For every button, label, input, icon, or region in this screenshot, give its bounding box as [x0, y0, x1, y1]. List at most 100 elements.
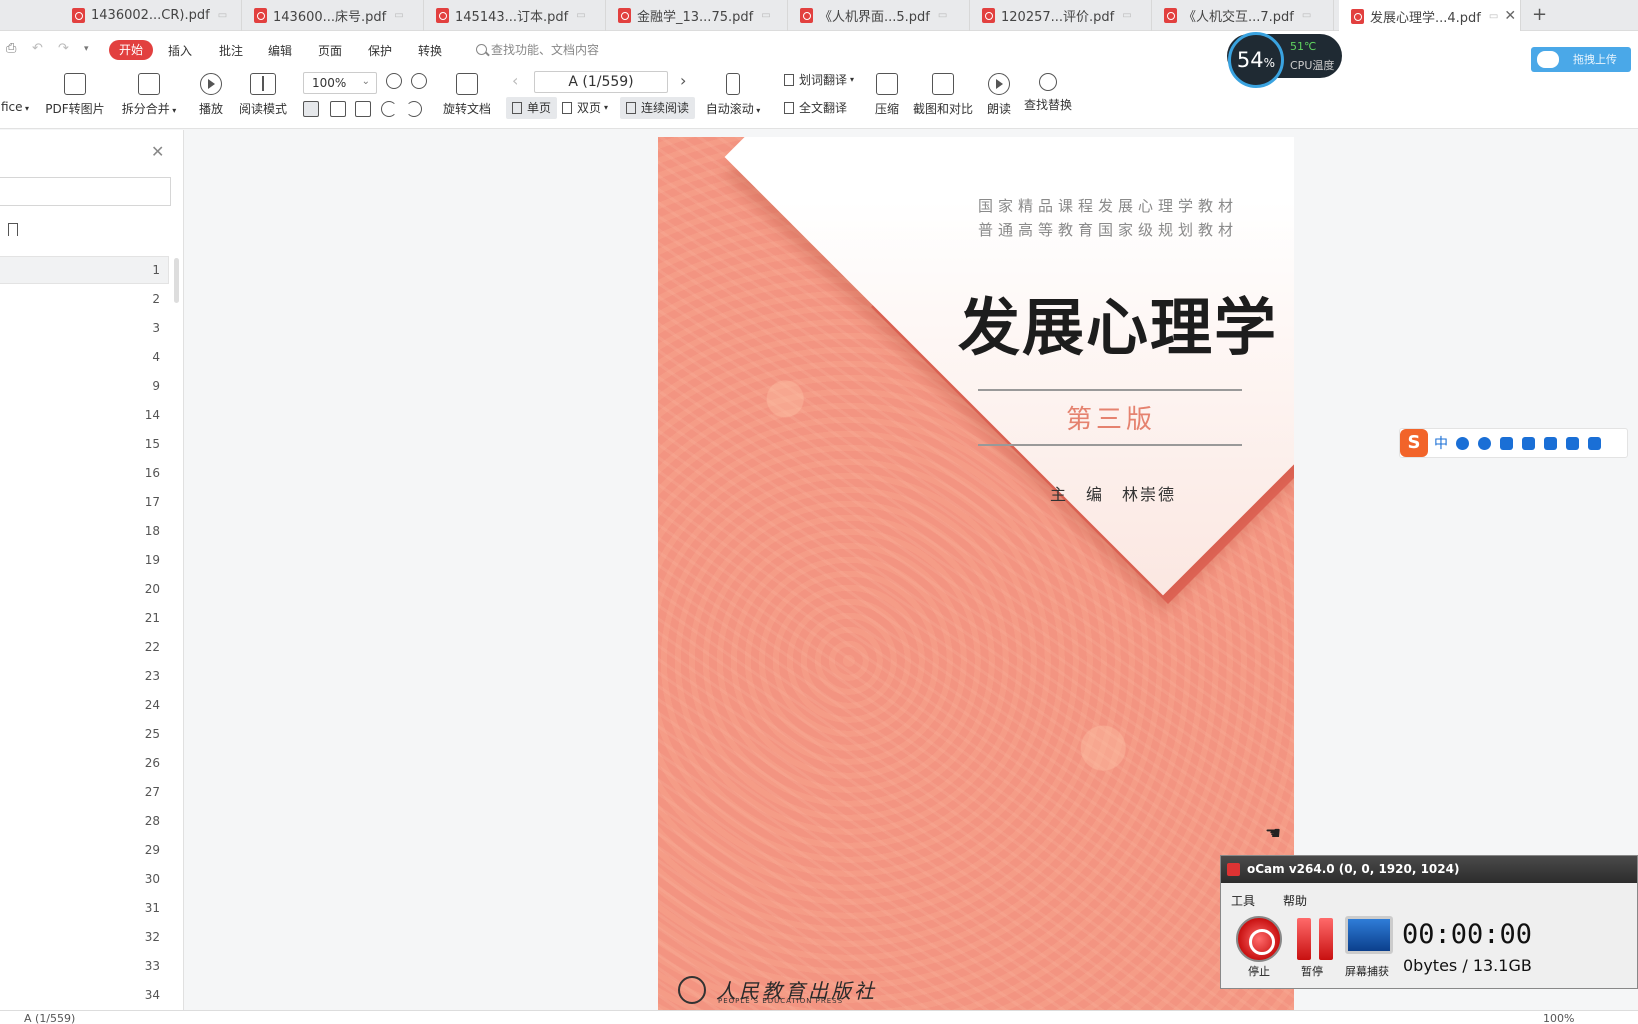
panel-search-input[interactable]: [0, 177, 171, 206]
previous-page-arrow[interactable]: ‹: [512, 71, 518, 90]
page-number-item[interactable]: 2: [0, 292, 160, 306]
menu-annotate[interactable]: 批注: [219, 42, 243, 59]
status-page-indicator[interactable]: A (1/559): [24, 1012, 75, 1024]
tab-window-icon[interactable]: ▭: [1489, 11, 1498, 22]
fit-page-icon[interactable]: [330, 101, 346, 117]
toolbox-icon[interactable]: [1588, 436, 1601, 450]
page-number-item[interactable]: 31: [0, 901, 160, 915]
ocam-menu-tools[interactable]: 工具: [1231, 892, 1255, 909]
page-number-item[interactable]: 14: [0, 408, 160, 422]
redo-icon[interactable]: ↷: [58, 41, 69, 56]
page-number-item[interactable]: 32: [0, 930, 160, 944]
rotate-right-icon[interactable]: [406, 101, 422, 117]
page-number-item[interactable]: 16: [0, 466, 160, 480]
tab-document[interactable]: 金融学_13...75.pdf ▭: [606, 0, 788, 31]
keyboard-icon[interactable]: [1522, 436, 1535, 450]
page-number-item[interactable]: 27: [0, 785, 160, 799]
tab-window-icon[interactable]: ▭: [394, 10, 403, 21]
find-replace-button[interactable]: 查找替换: [1022, 73, 1074, 113]
page-number-item[interactable]: 21: [0, 611, 160, 625]
close-icon[interactable]: ✕: [151, 142, 164, 161]
next-page-arrow[interactable]: ›: [680, 71, 686, 90]
page-number-item[interactable]: 24: [0, 698, 160, 712]
rotate-document-button[interactable]: 旋转文档: [440, 73, 494, 117]
word-translate-button[interactable]: 划词翻译 ▾: [778, 69, 860, 91]
fit-width-icon[interactable]: [355, 101, 371, 117]
tab-window-icon[interactable]: ▭: [1302, 10, 1311, 21]
stop-record-button[interactable]: [1236, 916, 1282, 962]
page-number-item[interactable]: 4: [0, 350, 160, 364]
tab-window-icon[interactable]: ▭: [1122, 10, 1131, 21]
cpu-temperature-widget[interactable]: 54% 51℃ CPU温度: [1227, 32, 1342, 88]
page-number-item[interactable]: 34: [0, 988, 160, 1002]
page-number-input[interactable]: A (1/559): [534, 71, 668, 93]
ocam-recorder-window[interactable]: oCam v264.0 (0, 0, 1920, 1024) 工具 帮助 停止 …: [1220, 855, 1638, 989]
play-button[interactable]: 播放: [194, 73, 228, 117]
page-number-item[interactable]: 1: [0, 263, 160, 277]
ocam-menu-help[interactable]: 帮助: [1283, 892, 1307, 909]
sogou-logo-icon[interactable]: S: [1400, 429, 1428, 457]
split-merge-button[interactable]: 拆分合并 ▾: [118, 73, 180, 117]
office-button[interactable]: fice ▾: [0, 73, 30, 114]
tab-document[interactable]: 145143...订本.pdf ▭: [424, 0, 606, 31]
double-page-button[interactable]: 双页 ▾: [556, 97, 614, 119]
tab-document[interactable]: 143600...床号.pdf ▭: [242, 0, 424, 31]
auto-scroll-button[interactable]: 自动滚动 ▾: [704, 73, 762, 117]
tab-document[interactable]: 120257...评价.pdf ▭: [970, 0, 1152, 31]
menu-convert[interactable]: 转换: [418, 42, 442, 59]
tab-document[interactable]: 《人机交互...7.pdf ▭: [1152, 0, 1334, 31]
tab-window-icon[interactable]: ▭: [938, 10, 947, 21]
bookmark-icon[interactable]: [8, 223, 18, 236]
page-number-item[interactable]: 30: [0, 872, 160, 886]
status-zoom[interactable]: 100%: [1543, 1012, 1574, 1024]
emoji-icon[interactable]: [1478, 436, 1491, 450]
user-icon[interactable]: [1544, 436, 1557, 450]
pause-record-button[interactable]: [1297, 918, 1337, 960]
punctuation-icon[interactable]: [1456, 436, 1469, 450]
menu-start[interactable]: 开始: [109, 40, 153, 60]
page-number-item[interactable]: 22: [0, 640, 160, 654]
skin-icon[interactable]: [1566, 436, 1579, 450]
read-mode-button[interactable]: 阅读模式: [236, 73, 290, 117]
page-number-item[interactable]: 23: [0, 669, 160, 683]
page-number-item[interactable]: 25: [0, 727, 160, 741]
page-number-item[interactable]: 18: [0, 524, 160, 538]
page-number-item[interactable]: 20: [0, 582, 160, 596]
page-number-item[interactable]: 3: [0, 321, 160, 335]
tab-document[interactable]: 1436002...CR).pdf ▭: [60, 0, 242, 31]
zoom-in-icon[interactable]: [411, 73, 427, 89]
menu-protect[interactable]: 保护: [368, 42, 392, 59]
single-page-button[interactable]: 单页: [506, 97, 558, 119]
microphone-icon[interactable]: [1500, 436, 1513, 450]
page-number-item[interactable]: 33: [0, 959, 160, 973]
tab-document[interactable]: 《人机界面...5.pdf ▭: [788, 0, 970, 31]
menu-edit[interactable]: 编辑: [268, 42, 292, 59]
screen-capture-button[interactable]: [1345, 916, 1393, 954]
tab-document-active[interactable]: 发展心理学...4.pdf ▭ ✕: [1339, 0, 1521, 32]
page-number-item[interactable]: 26: [0, 756, 160, 770]
panel-scrollbar[interactable]: [174, 258, 179, 303]
page-number-item[interactable]: 15: [0, 437, 160, 451]
undo-icon[interactable]: ↶: [32, 41, 43, 56]
actual-size-icon[interactable]: [303, 101, 319, 117]
page-number-item[interactable]: 9: [0, 379, 160, 393]
tab-window-icon[interactable]: ▭: [761, 10, 770, 21]
read-aloud-button[interactable]: 朗读: [982, 73, 1016, 117]
pdf-to-image-button[interactable]: PDF转图片: [44, 73, 106, 117]
ocam-title-bar[interactable]: oCam v264.0 (0, 0, 1920, 1024): [1221, 856, 1637, 883]
print-icon[interactable]: ⎙: [6, 41, 16, 56]
tab-window-icon[interactable]: ▭: [218, 10, 227, 21]
new-tab-button[interactable]: +: [1532, 4, 1547, 25]
menu-page[interactable]: 页面: [318, 42, 342, 59]
tab-window-icon[interactable]: ▭: [576, 10, 585, 21]
full-translate-button[interactable]: 全文翻译: [778, 97, 853, 119]
zoom-out-icon[interactable]: [386, 73, 402, 89]
sogou-ime-toolbar[interactable]: S 中: [1399, 428, 1628, 458]
screenshot-compare-button[interactable]: 截图和对比: [910, 73, 976, 117]
compress-button[interactable]: 压缩: [870, 73, 904, 117]
continuous-read-button[interactable]: 连续阅读: [620, 97, 696, 119]
ime-mode-chinese[interactable]: 中: [1434, 433, 1448, 453]
page-number-item[interactable]: 19: [0, 553, 160, 567]
feature-search[interactable]: 查找功能、文档内容: [476, 41, 599, 58]
page-number-item[interactable]: 29: [0, 843, 160, 857]
